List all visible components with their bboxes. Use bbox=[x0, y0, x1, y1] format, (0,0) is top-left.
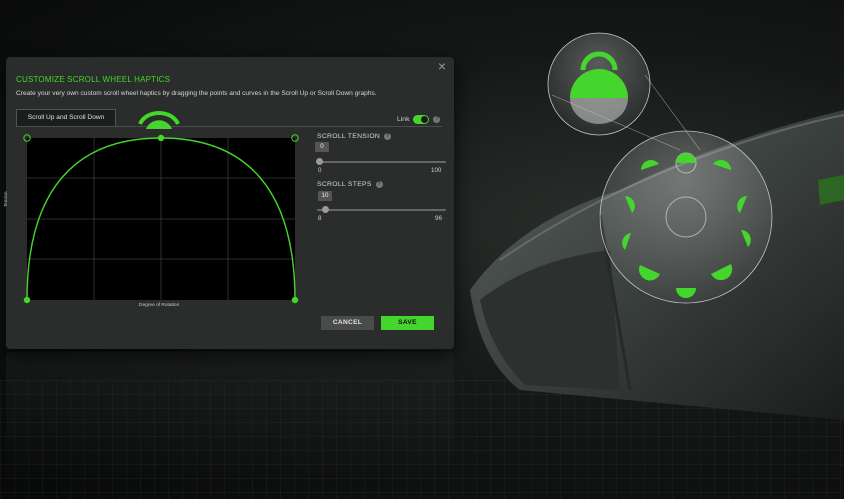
dialog-reflection bbox=[6, 352, 454, 482]
cancel-button[interactable]: CANCEL bbox=[321, 316, 374, 330]
control-point-peak bbox=[157, 134, 165, 142]
link-control: Link ? bbox=[397, 115, 441, 124]
control-point-end bbox=[291, 296, 299, 304]
link-label: Link bbox=[397, 116, 410, 123]
scroll-steps-section: SCROLL STEPS ? bbox=[317, 181, 383, 188]
scroll-steps-track[interactable] bbox=[317, 209, 446, 211]
dialog-description: Create your very own custom scroll wheel… bbox=[16, 90, 377, 97]
scroll-tension-thumb[interactable] bbox=[316, 158, 323, 165]
scroll-tension-section: SCROLL TENSION ? bbox=[317, 133, 392, 140]
link-toggle[interactable] bbox=[413, 115, 430, 124]
scroll-tension-label: SCROLL TENSION bbox=[317, 133, 381, 140]
help-icon[interactable]: ? bbox=[375, 181, 383, 188]
dialog-title: CUSTOMIZE SCROLL WHEEL HAPTICS bbox=[16, 75, 171, 84]
scroll-steps-min: 8 bbox=[318, 215, 322, 222]
control-point-start bbox=[23, 296, 31, 304]
scroll-tension-track[interactable] bbox=[317, 161, 446, 163]
scroll-steps-label: SCROLL STEPS bbox=[317, 181, 372, 188]
save-button[interactable]: SAVE bbox=[381, 316, 434, 330]
scroll-tension-min: 0 bbox=[318, 167, 322, 174]
side-led bbox=[818, 175, 844, 205]
tab-divider bbox=[16, 126, 442, 127]
close-icon[interactable]: × bbox=[438, 59, 446, 73]
scroll-tension-value[interactable]: 0 bbox=[315, 142, 329, 152]
haptics-dialog: × CUSTOMIZE SCROLL WHEEL HAPTICS Create … bbox=[3, 57, 454, 349]
scroll-tension-max: 100 bbox=[431, 167, 442, 174]
scroll-wheel-icon bbox=[138, 111, 180, 129]
graph-y-label: Tension bbox=[3, 191, 8, 207]
help-icon[interactable]: ? bbox=[384, 133, 392, 140]
graph-x-label: Degree of Rotation bbox=[139, 303, 180, 308]
scroll-steps-value[interactable]: 10 bbox=[318, 191, 332, 201]
scroll-steps-thumb[interactable] bbox=[322, 206, 329, 213]
scroll-steps-max: 96 bbox=[435, 215, 442, 222]
tab-scroll-up-down[interactable]: Scroll Up and Scroll Down bbox=[16, 109, 116, 126]
help-icon[interactable]: ? bbox=[433, 116, 441, 123]
haptics-graph[interactable] bbox=[16, 129, 302, 309]
